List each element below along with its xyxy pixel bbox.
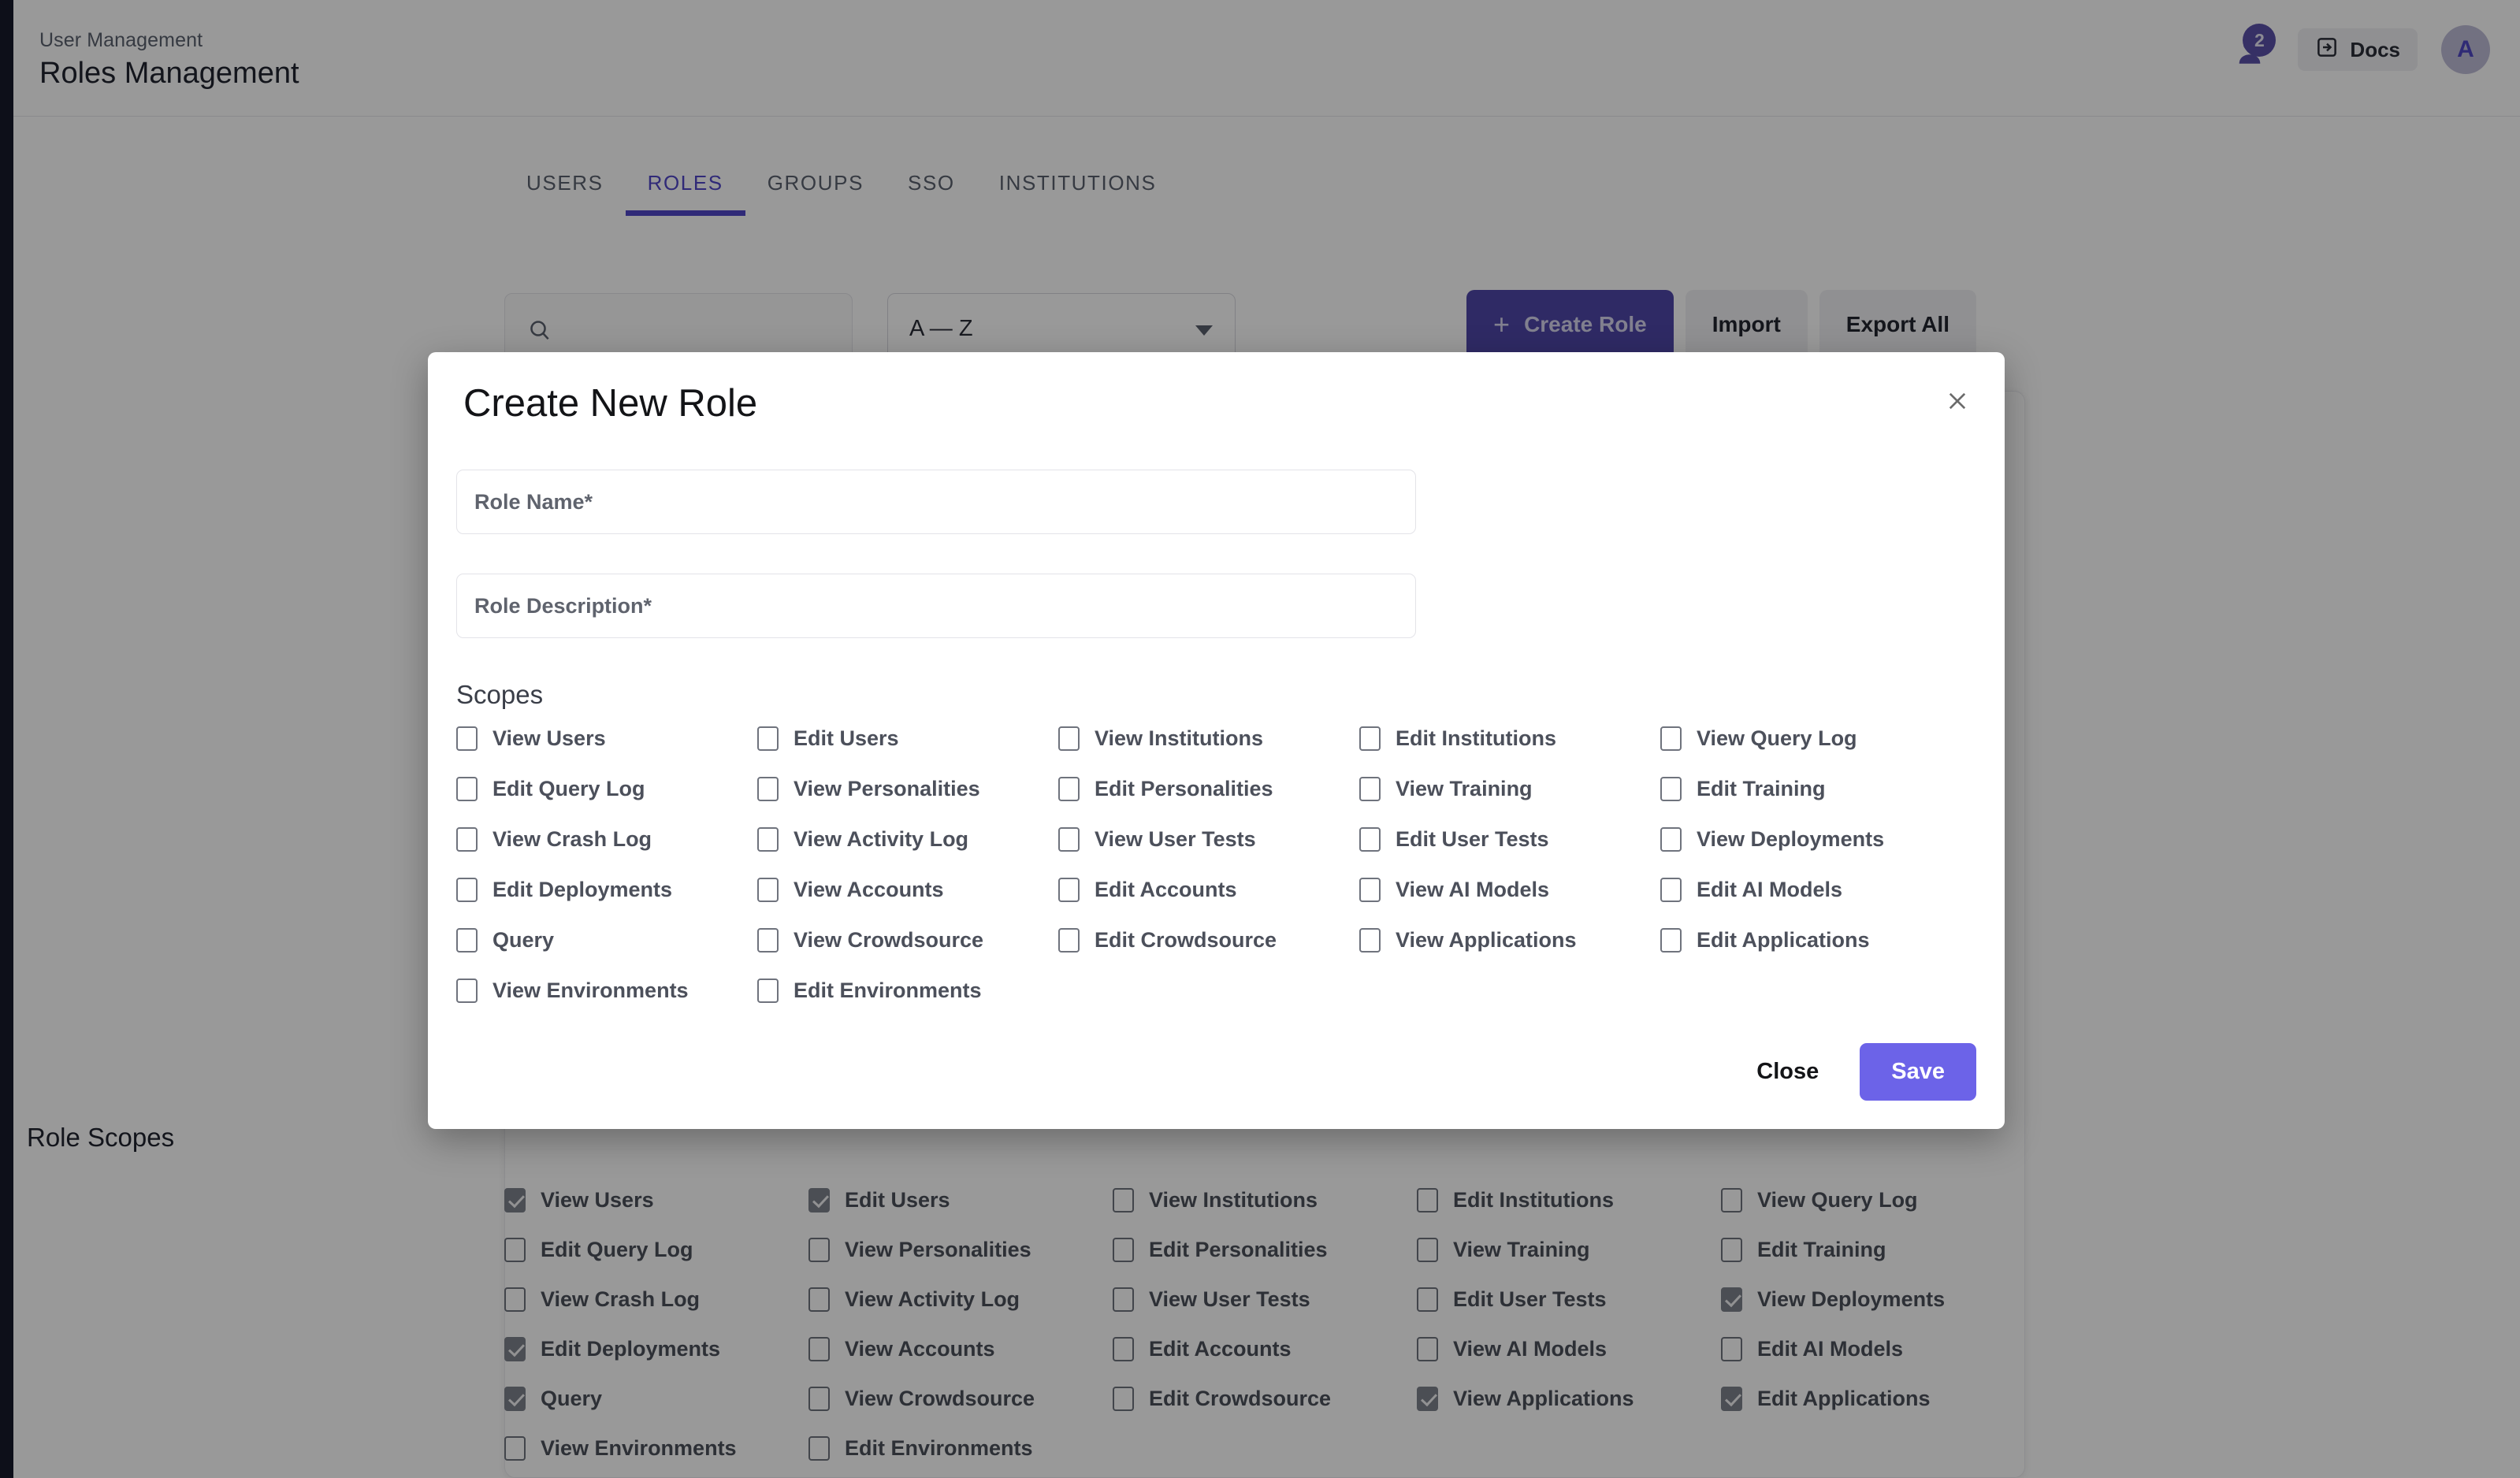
scope-checkbox-row[interactable]: Edit Training: [1660, 763, 1961, 814]
scope-label: Edit Users: [794, 726, 899, 750]
scope-checkbox-row[interactable]: View Deployments: [1660, 814, 1961, 864]
scope-label: View Deployments: [1697, 826, 1885, 851]
scope-checkbox-row[interactable]: View Crash Log: [456, 814, 757, 864]
checkbox-icon[interactable]: [456, 927, 478, 953]
modal-title: Create New Role: [463, 382, 758, 425]
scope-checkbox-row[interactable]: Edit Query Log: [456, 763, 757, 814]
role-name-field[interactable]: [456, 470, 1416, 534]
checkbox-icon[interactable]: [1660, 726, 1682, 751]
scope-checkbox-row[interactable]: View Institutions: [1058, 713, 1359, 763]
checkbox-icon[interactable]: [757, 877, 779, 902]
scope-checkbox-row[interactable]: View Query Log: [1660, 713, 1961, 763]
scope-checkbox-row[interactable]: View AI Models: [1359, 864, 1660, 915]
scope-label: Edit Crowdsource: [1095, 927, 1277, 952]
scope-checkbox-row[interactable]: Edit User Tests: [1359, 814, 1660, 864]
scope-checkbox-row[interactable]: View Personalities: [757, 763, 1058, 814]
scope-label: Edit Training: [1697, 776, 1826, 800]
checkbox-icon[interactable]: [1058, 877, 1080, 902]
scope-label: View Users: [492, 726, 606, 750]
scope-label: View Environments: [492, 978, 689, 1002]
checkbox-icon[interactable]: [1058, 776, 1080, 801]
scope-checkbox-row[interactable]: Query: [456, 915, 757, 965]
checkbox-icon[interactable]: [1359, 726, 1381, 751]
scope-checkbox-row[interactable]: Edit Institutions: [1359, 713, 1660, 763]
checkbox-icon[interactable]: [1660, 927, 1682, 953]
scope-label: View Training: [1396, 776, 1533, 800]
scope-label: Edit Applications: [1697, 927, 1870, 952]
scope-checkbox-row[interactable]: View Accounts: [757, 864, 1058, 915]
checkbox-icon[interactable]: [757, 927, 779, 953]
scope-label: View AI Models: [1396, 877, 1550, 901]
scope-checkbox-row[interactable]: Edit Accounts: [1058, 864, 1359, 915]
save-button[interactable]: Save: [1860, 1043, 1976, 1101]
scope-checkbox-row[interactable]: View Crowdsource: [757, 915, 1058, 965]
modal-footer: Close Save: [1736, 1043, 1976, 1101]
close-icon[interactable]: [1937, 381, 1978, 421]
scope-label: View Personalities: [794, 776, 980, 800]
checkbox-icon[interactable]: [757, 776, 779, 801]
scope-checkbox-row[interactable]: Edit Environments: [757, 965, 1058, 1016]
checkbox-icon[interactable]: [1359, 927, 1381, 953]
scope-label: View Crowdsource: [794, 927, 984, 952]
scope-label: Edit Accounts: [1095, 877, 1237, 901]
scope-checkbox-row[interactable]: Edit Deployments: [456, 864, 757, 915]
checkbox-icon[interactable]: [1359, 776, 1381, 801]
scope-label: View User Tests: [1095, 826, 1256, 851]
scope-checkbox-row[interactable]: Edit Personalities: [1058, 763, 1359, 814]
checkbox-icon[interactable]: [757, 826, 779, 852]
scopes-heading: Scopes: [456, 680, 544, 709]
checkbox-icon[interactable]: [1660, 877, 1682, 902]
scope-checkbox-row[interactable]: View Training: [1359, 763, 1660, 814]
close-button[interactable]: Close: [1736, 1045, 1839, 1099]
checkbox-icon[interactable]: [1058, 927, 1080, 953]
checkbox-icon[interactable]: [757, 726, 779, 751]
scope-label: View Activity Log: [794, 826, 969, 851]
checkbox-icon[interactable]: [456, 877, 478, 902]
modal-scopes-grid: View Users Edit Users View Institutions Edi…: [456, 713, 1961, 1016]
scope-label: Edit AI Models: [1697, 877, 1843, 901]
scope-label: View Query Log: [1697, 726, 1857, 750]
checkbox-icon[interactable]: [456, 726, 478, 751]
scope-label: Edit Environments: [794, 978, 982, 1002]
checkbox-icon[interactable]: [757, 978, 779, 1003]
scope-label: View Institutions: [1095, 726, 1264, 750]
checkbox-icon[interactable]: [1660, 826, 1682, 852]
scope-label: Query: [492, 927, 555, 952]
scope-label: View Crash Log: [492, 826, 652, 851]
checkbox-icon[interactable]: [456, 826, 478, 852]
checkbox-icon[interactable]: [1359, 826, 1381, 852]
checkbox-icon[interactable]: [456, 978, 478, 1003]
scope-label: Edit User Tests: [1396, 826, 1549, 851]
scope-checkbox-row[interactable]: View Applications: [1359, 915, 1660, 965]
scope-checkbox-row[interactable]: View Environments: [456, 965, 757, 1016]
scope-label: Edit Query Log: [492, 776, 645, 800]
scope-checkbox-row[interactable]: View User Tests: [1058, 814, 1359, 864]
checkbox-icon[interactable]: [1058, 726, 1080, 751]
scope-label: Edit Institutions: [1396, 726, 1556, 750]
scope-label: Edit Personalities: [1095, 776, 1273, 800]
create-role-modal: Create New Role Scopes View Users Edit Us…: [428, 352, 2005, 1129]
scope-checkbox-row[interactable]: Edit Applications: [1660, 915, 1961, 965]
checkbox-icon[interactable]: [456, 776, 478, 801]
scope-label: View Accounts: [794, 877, 944, 901]
page-root: User Management Roles Management 2 Docs …: [0, 0, 2520, 1478]
role-description-input[interactable]: [457, 574, 1415, 637]
role-name-input[interactable]: [457, 470, 1415, 533]
scope-checkbox-row[interactable]: View Users: [456, 713, 757, 763]
checkbox-icon[interactable]: [1359, 877, 1381, 902]
scope-checkbox-row[interactable]: Edit Users: [757, 713, 1058, 763]
role-description-field[interactable]: [456, 574, 1416, 638]
checkbox-icon[interactable]: [1058, 826, 1080, 852]
scope-label: Edit Deployments: [492, 877, 673, 901]
scope-label: View Applications: [1396, 927, 1577, 952]
scope-checkbox-row[interactable]: View Activity Log: [757, 814, 1058, 864]
scope-checkbox-row[interactable]: Edit AI Models: [1660, 864, 1961, 915]
checkbox-icon[interactable]: [1660, 776, 1682, 801]
scope-checkbox-row[interactable]: Edit Crowdsource: [1058, 915, 1359, 965]
